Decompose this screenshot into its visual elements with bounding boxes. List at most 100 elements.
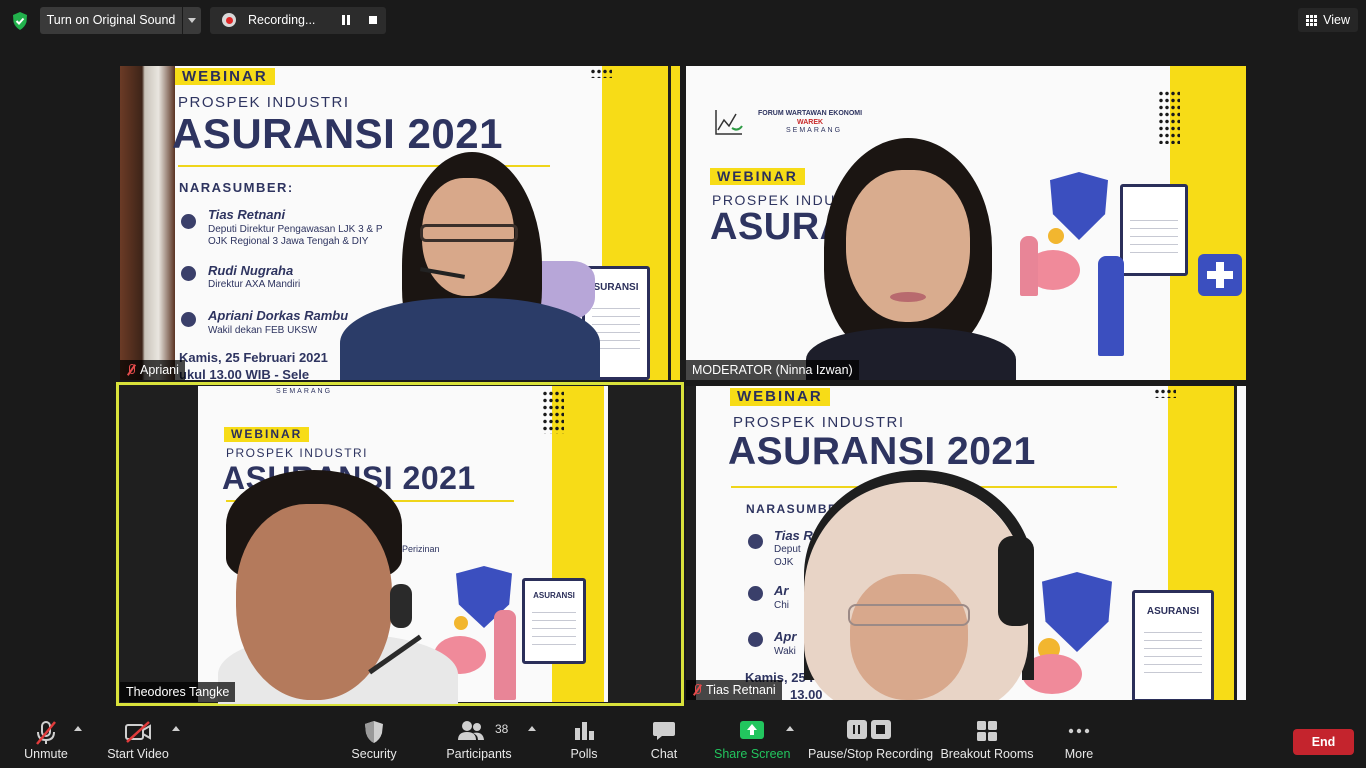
participant-name-tag: Apriani (120, 360, 185, 380)
speaker-bullet (181, 214, 196, 229)
speaker-bullet (748, 586, 763, 601)
breakout-rooms-label: Breakout Rooms (940, 747, 1034, 761)
speaker-role: Deput (774, 544, 801, 555)
participants-icon (458, 721, 484, 740)
more-dots-icon (1068, 728, 1090, 734)
end-meeting-button[interactable]: End (1293, 729, 1354, 755)
speaker-role: Wakil dekan FEB UKSW (208, 325, 318, 336)
speaker-role: Deputi Direktur Pengawasan LJK 3 & P (208, 224, 383, 235)
participant-name: MODERATOR (Ninna Izwan) (692, 363, 853, 377)
glasses (420, 224, 518, 242)
unmute-label: Unmute (24, 747, 68, 761)
share-screen-button[interactable]: Share Screen (714, 712, 790, 768)
video-tile-theodores[interactable]: SEMARANG WEBINAR PROSPEK INDUSTRI ASURAN… (116, 382, 684, 706)
record-icon (222, 13, 236, 27)
glasses (848, 604, 970, 626)
slide-divider (1234, 386, 1237, 700)
speaker-name: Ar (774, 583, 789, 598)
clipboard-label: ASURANSI (533, 590, 575, 600)
chat-button[interactable]: Chat (642, 712, 686, 768)
video-tile-tias-retnani[interactable]: WEBINAR PROSPEK INDUSTRI ASURANSI 2021 N… (686, 386, 1246, 700)
pause-recording-icon[interactable] (341, 15, 351, 26)
speaker-bullet (748, 632, 763, 647)
video-side-panel (686, 386, 696, 700)
figure-art (1020, 236, 1038, 296)
share-screen-arrow-icon (740, 721, 764, 739)
speaker-name: Tias Retnani (208, 207, 286, 222)
coin-art (454, 616, 468, 630)
slide-title: ASURANSI 2021 (728, 430, 1036, 473)
share-screen-label: Share Screen (714, 747, 791, 761)
speaker-name: Apriani Dorkas Rambu (208, 308, 349, 323)
speaker-role: Direktur AXA Mandiri (208, 279, 301, 290)
view-button[interactable]: View (1298, 8, 1358, 32)
audio-options-chevron-icon[interactable] (74, 726, 82, 731)
recording-indicator: Recording... (210, 7, 386, 34)
speaker-name: Rudi Nugraha (208, 263, 294, 278)
slide-dots (590, 68, 612, 78)
clipboard-art: ASURANSI (522, 578, 586, 664)
polls-label: Polls (570, 747, 598, 761)
participant-name-tag: Theodores Tangke (120, 682, 236, 702)
medkit-art (1198, 254, 1242, 296)
view-label: View (1323, 13, 1350, 27)
more-label: More (1064, 747, 1094, 761)
breakout-rooms-button[interactable]: Breakout Rooms (940, 712, 1034, 768)
security-shield-icon (365, 721, 383, 743)
video-options-chevron-icon[interactable] (172, 726, 180, 731)
start-video-button[interactable]: Start Video (104, 712, 172, 768)
slide-time: 13.00 (790, 687, 823, 700)
org-city: SEMARANG (276, 388, 333, 395)
pause-icon (847, 720, 867, 739)
speaker-bullet (181, 266, 196, 281)
grid-view-icon (1306, 14, 1318, 26)
slide-time: ukul 13.00 WIB - Sele (179, 367, 310, 380)
participant-name: Theodores Tangke (126, 685, 230, 699)
slide-subtitle: PROSPEK INDUSTRI (733, 414, 905, 431)
muted-microphone-icon (36, 721, 56, 745)
encryption-shield-icon[interactable] (10, 11, 30, 31)
speaker-bullet (181, 312, 196, 327)
slide-text: Perizinan (402, 544, 440, 554)
recording-status: Recording... (248, 13, 316, 27)
chat-label: Chat (650, 747, 678, 761)
speaker-role: Chi (774, 600, 790, 611)
video-tile-apriani[interactable]: WEBINAR PROSPEK INDUSTRI ASURANSI 2021 N… (120, 66, 680, 380)
more-button[interactable]: More (1058, 712, 1100, 768)
share-options-chevron-icon[interactable] (786, 726, 794, 731)
slide-dots (1154, 388, 1176, 398)
org-city: SEMARANG (786, 127, 843, 134)
original-sound-button[interactable]: Turn on Original Sound (40, 7, 182, 34)
pause-stop-recording-button[interactable]: Pause/Stop Recording (808, 712, 933, 768)
slide-narasumber-label: NARASUMBER: (179, 180, 294, 195)
muted-mic-icon (126, 364, 136, 376)
video-off-icon (125, 721, 151, 743)
participants-count: 38 (495, 722, 509, 736)
slide-subtitle: PROSPEK INDUSTRI (226, 446, 369, 460)
participants-button[interactable]: 38 Participants (442, 712, 516, 768)
original-sound-dropdown[interactable] (183, 7, 201, 34)
slide-tag: WEBINAR (175, 68, 275, 85)
slide-divider (668, 66, 671, 380)
org-name: FORUM WARTAWAN EKONOMI (758, 110, 863, 117)
figure-art (494, 610, 516, 700)
stop-recording-icon[interactable] (369, 16, 377, 24)
video-side-panel (190, 386, 198, 702)
participants-options-chevron-icon[interactable] (528, 726, 536, 731)
figure-art (1098, 256, 1124, 356)
muted-mic-icon (692, 684, 702, 696)
video-tile-moderator[interactable]: FORUM WARTAWAN EKONOMI WAREK SEMARANG WE… (686, 66, 1246, 380)
participant-name: Apriani (140, 363, 179, 377)
polls-button[interactable]: Polls (562, 712, 606, 768)
headset-earcup (998, 536, 1034, 626)
stop-icon (871, 720, 891, 739)
speaker-role: OJK (774, 557, 794, 568)
slide-dots (542, 390, 564, 434)
unmute-button[interactable]: Unmute (18, 712, 74, 768)
start-video-label: Start Video (107, 747, 169, 761)
security-button[interactable]: Security (346, 712, 402, 768)
slide-subtitle: PROSPEK INDUSTRI (178, 94, 350, 111)
slide-date: Kamis, 25 Februari 2021 (179, 350, 328, 365)
clipboard-label: ASURANSI (1146, 605, 1200, 617)
top-bar: Turn on Original Sound Recording... View (0, 0, 1366, 42)
